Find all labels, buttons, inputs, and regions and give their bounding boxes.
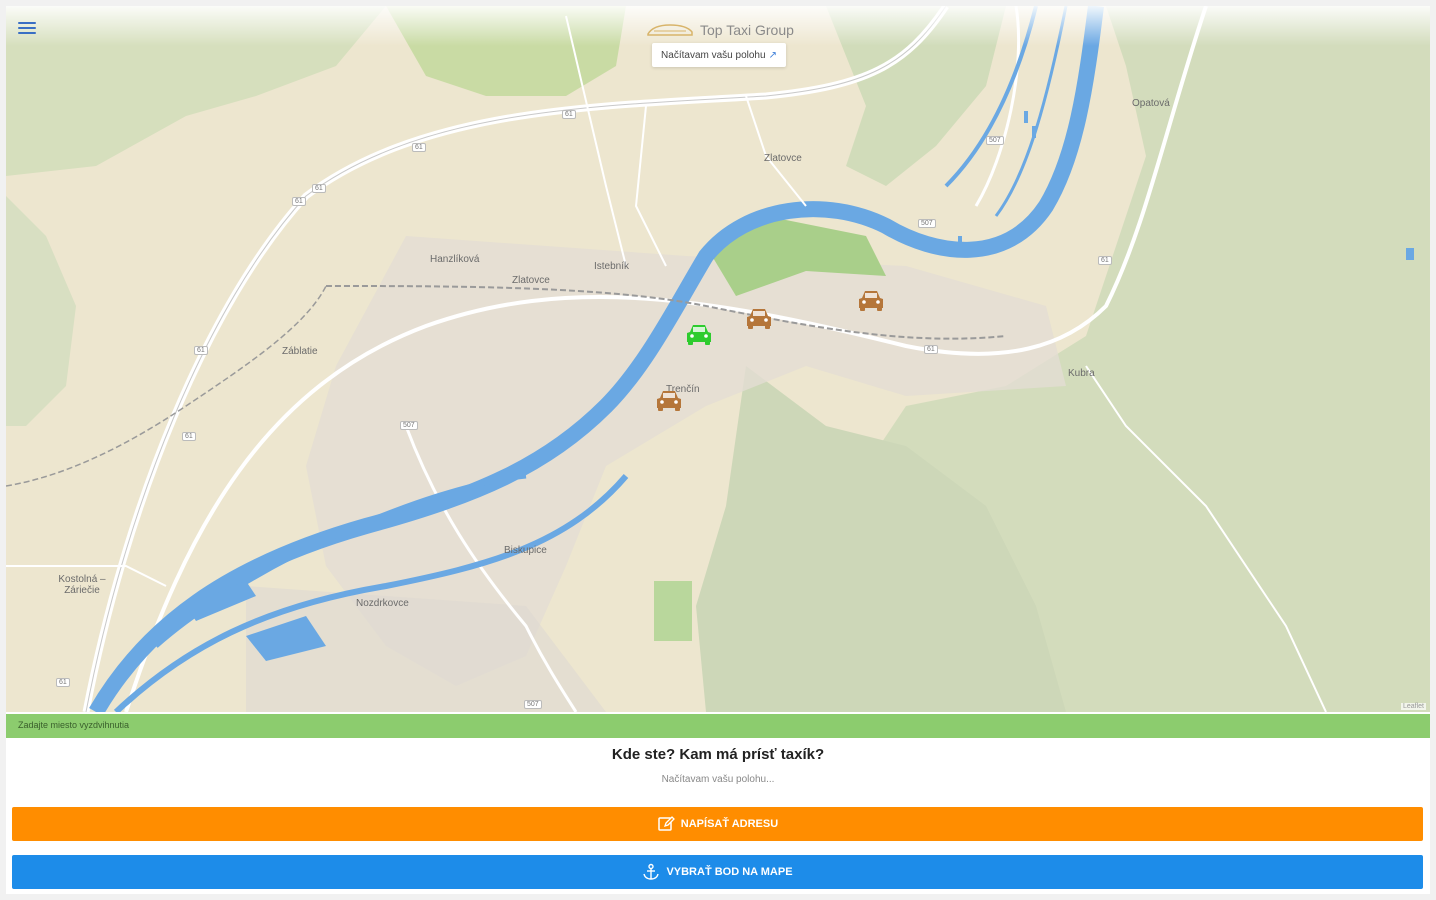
map-label: Kostolná – Záriečie xyxy=(58,574,106,596)
road-shield: 507 xyxy=(918,219,936,228)
status-text: Zadajte miesto vyzdvihnutia xyxy=(18,720,130,730)
write-address-button[interactable]: NAPÍSAŤ ADRESU xyxy=(12,807,1423,841)
road-shield: 61 xyxy=(194,346,208,355)
road-shield: 507 xyxy=(400,421,418,430)
map-label: Istebník xyxy=(594,261,630,272)
road-shield: 61 xyxy=(562,110,576,119)
map-label: Biskupice xyxy=(504,545,547,556)
map-label: Záblatie xyxy=(282,346,318,357)
map-label: Zlatovce xyxy=(512,275,550,286)
edit-icon xyxy=(658,816,675,831)
location-arrow-icon: ↗ xyxy=(768,49,777,61)
pick-on-map-label: VYBRAŤ BOD NA MAPE xyxy=(666,866,793,878)
road-shield: 61 xyxy=(292,197,306,206)
pickup-question: Kde ste? Kam má prísť taxík? xyxy=(611,746,825,763)
app-title: Top Taxi Group xyxy=(700,22,794,38)
road-shield: 61 xyxy=(412,143,426,152)
road-shield: 507 xyxy=(524,700,542,709)
status-bar: Zadajte miesto vyzdvihnutia xyxy=(6,714,1430,738)
map-tiles xyxy=(6,6,1430,712)
map-label: Nozdrkovce xyxy=(356,598,409,609)
app-frame: Top Taxi Group Načítavam vašu polohu ↗ O… xyxy=(6,6,1430,894)
car-icon-brown[interactable] xyxy=(856,286,886,314)
hamburger-menu-icon[interactable] xyxy=(18,20,36,36)
road-shield: 61 xyxy=(924,345,938,354)
road-shield: 61 xyxy=(182,432,196,441)
map[interactable]: Top Taxi Group Načítavam vašu polohu ↗ O… xyxy=(6,6,1430,712)
road-shield: 61 xyxy=(56,678,70,687)
car-icon-green[interactable] xyxy=(684,320,714,348)
map-label: Opatová xyxy=(1132,98,1170,109)
taxi-logo-icon xyxy=(647,24,693,36)
road-shield: 507 xyxy=(986,136,1004,145)
car-icon-brown[interactable] xyxy=(744,304,774,332)
car-icon-brown[interactable] xyxy=(654,386,684,414)
road-shield: 61 xyxy=(1098,256,1112,265)
locating-text: Načítavam vašu polohu xyxy=(661,49,766,61)
road-shield: 61 xyxy=(312,184,326,193)
map-label: Hanzlíková xyxy=(430,254,480,265)
anchor-icon xyxy=(643,863,660,880)
locating-popup: Načítavam vašu polohu ↗ xyxy=(652,43,786,67)
app-header: Top Taxi Group xyxy=(646,18,806,42)
map-attribution[interactable]: Leaflet xyxy=(1400,703,1426,710)
map-label: Kubra xyxy=(1068,368,1095,379)
pick-on-map-button[interactable]: VYBRAŤ BOD NA MAPE xyxy=(12,855,1423,889)
loading-text: Načítavam vašu polohu... xyxy=(661,774,775,785)
map-label: Zlatovce xyxy=(764,153,802,164)
write-address-label: NAPÍSAŤ ADRESU xyxy=(680,818,779,830)
